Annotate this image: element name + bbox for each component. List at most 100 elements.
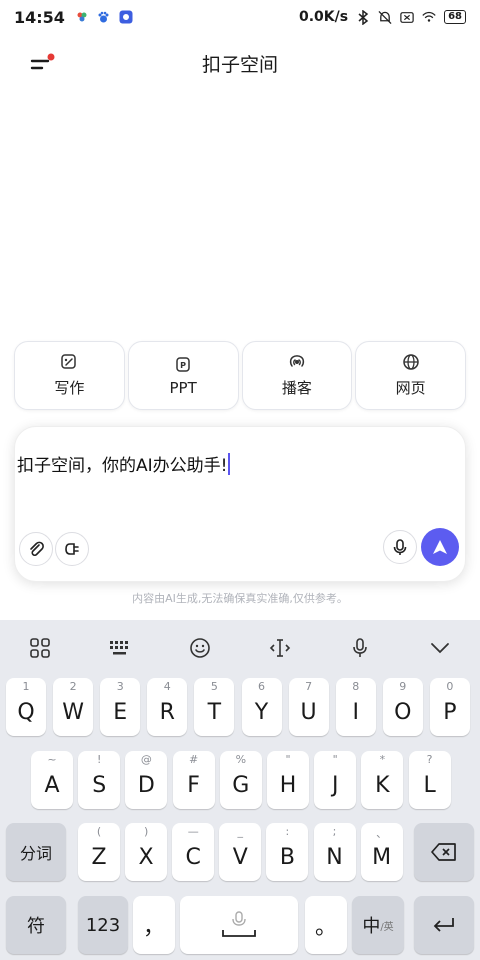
chat-input[interactable]: 扣子空间，你的AI办公助手! xyxy=(17,451,231,476)
globe-icon xyxy=(402,354,419,370)
key-e[interactable]: 3E xyxy=(100,678,141,736)
key-h[interactable]: " H xyxy=(267,751,309,809)
svg-text:P: P xyxy=(180,361,186,370)
key-hint: @ xyxy=(140,753,152,766)
text-cursor-icon xyxy=(269,639,291,657)
key-label: K xyxy=(375,772,390,798)
emoji-button[interactable] xyxy=(180,628,220,668)
hide-keyboard-button[interactable] xyxy=(420,628,460,668)
fenci-key[interactable]: 分词 xyxy=(6,823,66,881)
key-label: W xyxy=(62,699,84,725)
voice-input-button[interactable] xyxy=(383,530,417,564)
enter-icon xyxy=(433,918,454,932)
period-key[interactable]: 。 xyxy=(305,896,347,954)
status-time: 14:54 xyxy=(14,7,65,27)
key-label: V xyxy=(232,844,248,870)
key-label: S xyxy=(92,772,107,798)
key-hint: ; xyxy=(332,825,337,838)
plugin-button[interactable] xyxy=(55,532,89,566)
key-y[interactable]: 6Y xyxy=(241,678,282,736)
key-o[interactable]: 9O xyxy=(382,678,423,736)
key-p[interactable]: 0P xyxy=(429,678,470,736)
language-sub-label: /英 xyxy=(380,921,394,933)
podcast-icon xyxy=(289,355,304,367)
send-button[interactable] xyxy=(421,528,459,566)
key-d[interactable]: @ D xyxy=(125,751,168,809)
number-key[interactable]: 123 xyxy=(78,896,128,954)
mute-bell-icon xyxy=(378,10,392,24)
tool-webpage-label: 网页 xyxy=(395,379,426,397)
symbol-key[interactable]: 符 xyxy=(6,896,66,954)
chevron-down-icon xyxy=(431,643,449,654)
app-notification-icon xyxy=(75,10,89,24)
ppt-icon: P xyxy=(176,356,190,372)
space-key[interactable] xyxy=(180,896,298,954)
key-hint: % xyxy=(235,753,247,766)
key-m[interactable]: 、 M xyxy=(360,823,403,881)
plug-icon xyxy=(65,543,79,555)
key-z[interactable]: (Z xyxy=(78,823,120,881)
key-r[interactable]: 4R xyxy=(147,678,188,736)
key-hint: 6 xyxy=(258,680,265,693)
key-label: Y xyxy=(254,699,269,725)
microphone-icon xyxy=(353,638,367,657)
chat-input-card: 扣子空间，你的AI办公助手! xyxy=(14,426,466,582)
key-a[interactable]: ~ A xyxy=(31,751,73,809)
enter-key[interactable] xyxy=(414,896,474,954)
key-label: N xyxy=(326,844,343,870)
key-label: C xyxy=(185,844,201,870)
key-hint: ( xyxy=(96,825,102,838)
key-n[interactable]: ; N xyxy=(313,823,356,881)
space-mic-icon xyxy=(222,911,256,937)
key-label: T xyxy=(207,699,222,725)
key-hint: : xyxy=(285,825,290,838)
tool-ppt-button[interactable]: P PPT xyxy=(127,341,239,410)
chat-input-value: 扣子空间，你的AI办公助手! xyxy=(17,456,228,476)
key-s[interactable]: ! S xyxy=(78,751,121,809)
battery-indicator: 68 xyxy=(444,10,466,24)
smiley-icon xyxy=(190,638,210,658)
tool-ppt-label: PPT xyxy=(169,378,197,397)
keyboard-layout-button[interactable] xyxy=(100,628,140,668)
key-f[interactable]: # F xyxy=(172,751,215,809)
keyboard-icon xyxy=(110,641,128,655)
number-key-label: 123 xyxy=(85,914,121,936)
cursor-move-button[interactable] xyxy=(260,628,300,668)
key-hint: 8 xyxy=(352,680,360,693)
text-caret xyxy=(228,453,231,475)
tool-webpage-button[interactable]: 网页 xyxy=(355,341,466,410)
key-u[interactable]: 7U xyxy=(288,678,329,736)
key-hint: 5 xyxy=(210,680,218,693)
backspace-key[interactable] xyxy=(414,823,474,881)
key-w[interactable]: 2W xyxy=(53,678,94,736)
send-arrow-icon xyxy=(433,540,447,554)
tool-podcast-button[interactable]: 播客 xyxy=(241,341,353,410)
key-b[interactable]: :B xyxy=(266,823,309,881)
key-hint: — xyxy=(187,825,199,838)
language-switch-key[interactable]: 中/英 xyxy=(352,896,404,954)
key-j[interactable]: " J xyxy=(314,751,357,809)
keyboard-apps-button[interactable] xyxy=(20,628,60,668)
key-g[interactable]: % G xyxy=(219,751,262,809)
key-l[interactable]: ? L xyxy=(408,751,451,809)
key-v[interactable]: _ V xyxy=(219,823,262,881)
attach-button[interactable] xyxy=(19,532,53,566)
key-hint: 2 xyxy=(69,680,77,693)
tool-write-button[interactable]: 写作 xyxy=(14,341,125,410)
comma-key[interactable]: ， xyxy=(133,896,175,954)
key-t[interactable]: 5T xyxy=(194,678,235,736)
key-i[interactable]: 8I xyxy=(335,678,376,736)
key-k[interactable]: * K xyxy=(361,751,404,809)
key-hint: ? xyxy=(426,753,433,766)
key-hint: _ xyxy=(237,825,244,838)
key-x[interactable]: ) X xyxy=(125,823,168,881)
key-q[interactable]: 1Q xyxy=(6,678,46,736)
key-c[interactable]: — C xyxy=(172,823,215,881)
key-label: D xyxy=(137,772,155,798)
key-hint: 0 xyxy=(446,680,454,693)
tool-bar: 写作 P PPT 播客 网页 xyxy=(14,341,466,410)
key-hint: * xyxy=(379,753,386,766)
fenci-key-label: 分词 xyxy=(19,844,52,863)
keyboard-voice-button[interactable] xyxy=(340,628,380,668)
keyboard-toolbar xyxy=(0,620,480,676)
